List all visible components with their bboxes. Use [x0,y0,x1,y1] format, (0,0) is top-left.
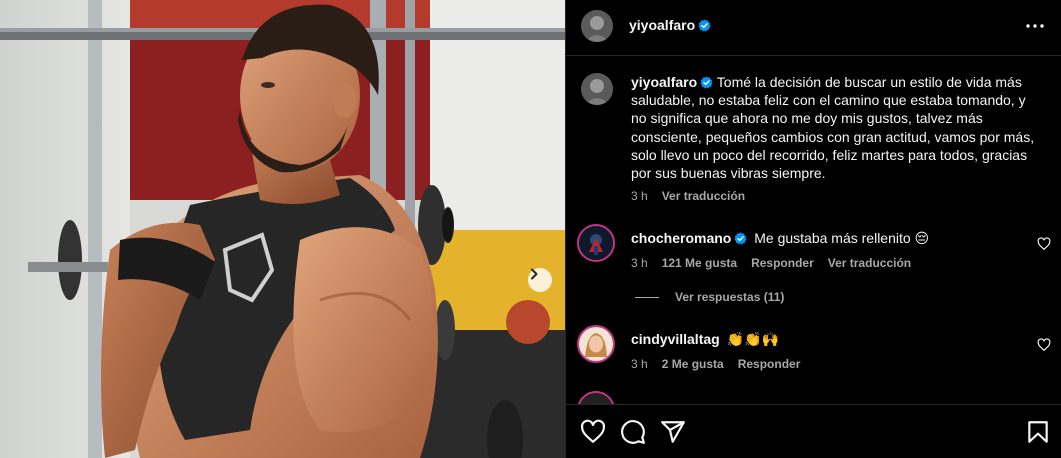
caption-body: Tomé la decisión de buscar un estilo de … [631,74,1035,182]
comment-username[interactable]: cindyvillaltag [631,331,720,347]
chevron-right-icon [531,268,538,280]
comment-time[interactable]: 3 h [631,357,648,371]
view-replies-button[interactable]: Ver respuestas (11) [635,290,784,304]
comments-list[interactable]: yiyoalfaro Tomé la decisión de buscar un… [566,57,1061,404]
comment-avatar[interactable] [577,325,615,363]
comment-avatar-partial[interactable] [577,391,615,404]
caption-author-avatar[interactable] [581,73,613,105]
more-options-icon [1026,24,1044,28]
author-username[interactable]: yiyoalfaro [629,17,711,33]
more-options-button[interactable] [1023,14,1047,38]
verified-badge-icon [698,19,711,32]
comment-likes-link[interactable]: 2 Me gusta [662,357,724,371]
avatar-image [579,226,613,260]
comment-body: 👏👏🙌 [726,331,779,347]
author-avatar[interactable] [581,10,613,42]
heart-icon[interactable] [580,419,606,445]
post-photo [0,0,565,458]
avatar-image [581,10,613,42]
comment-body: Me gustaba más rellenito 😔 [754,230,930,246]
comment-username[interactable]: chocheromano [631,230,731,246]
caption-time[interactable]: 3 h [631,189,648,203]
comment-meta: 3 h 2 Me gusta Responder [631,357,814,371]
post-header: yiyoalfaro [566,0,1061,56]
comment-likes-link[interactable]: 121 Me gusta [662,256,737,270]
caption-translate-link[interactable]: Ver traducción [662,189,745,203]
post-actions-bar [566,404,1061,458]
share-icon[interactable] [660,419,686,445]
post-details-panel: yiyoalfaro yiyoalfaro Tomé la decisión d… [566,0,1061,458]
comment-reply-button[interactable]: Responder [738,357,801,371]
comment-like-heart-icon[interactable] [1037,338,1051,352]
caption-username[interactable]: yiyoalfaro [631,74,697,90]
comment-time[interactable]: 3 h [631,256,648,270]
comment-like-heart-icon[interactable] [1037,237,1051,251]
comment-translate-link[interactable]: Ver traducción [828,256,911,270]
replies-line [635,296,659,298]
comment-avatar[interactable] [577,224,615,262]
comment-text-row: chocheromano Me gustaba más rellenito 😔 [631,230,929,247]
comment-icon[interactable] [620,419,646,445]
comment-text-row: cindyvillaltag 👏👏🙌 [631,331,779,348]
comment-reply-button[interactable]: Responder [751,256,814,270]
comment-meta: 3 h 121 Me gusta Responder Ver traducción [631,256,925,270]
next-image-button[interactable] [528,268,552,292]
avatar-image [581,73,613,105]
avatar-image [579,327,613,361]
bookmark-icon[interactable] [1025,419,1051,445]
caption-text-block: yiyoalfaro Tomé la decisión de buscar un… [631,73,1041,182]
verified-badge-icon [734,232,747,245]
verified-badge-icon [700,76,713,89]
author-username-text[interactable]: yiyoalfaro [629,17,695,33]
caption-meta: 3 h Ver traducción [631,189,759,203]
post-photo-image [0,0,565,458]
view-replies-label[interactable]: Ver respuestas (11) [675,290,784,304]
